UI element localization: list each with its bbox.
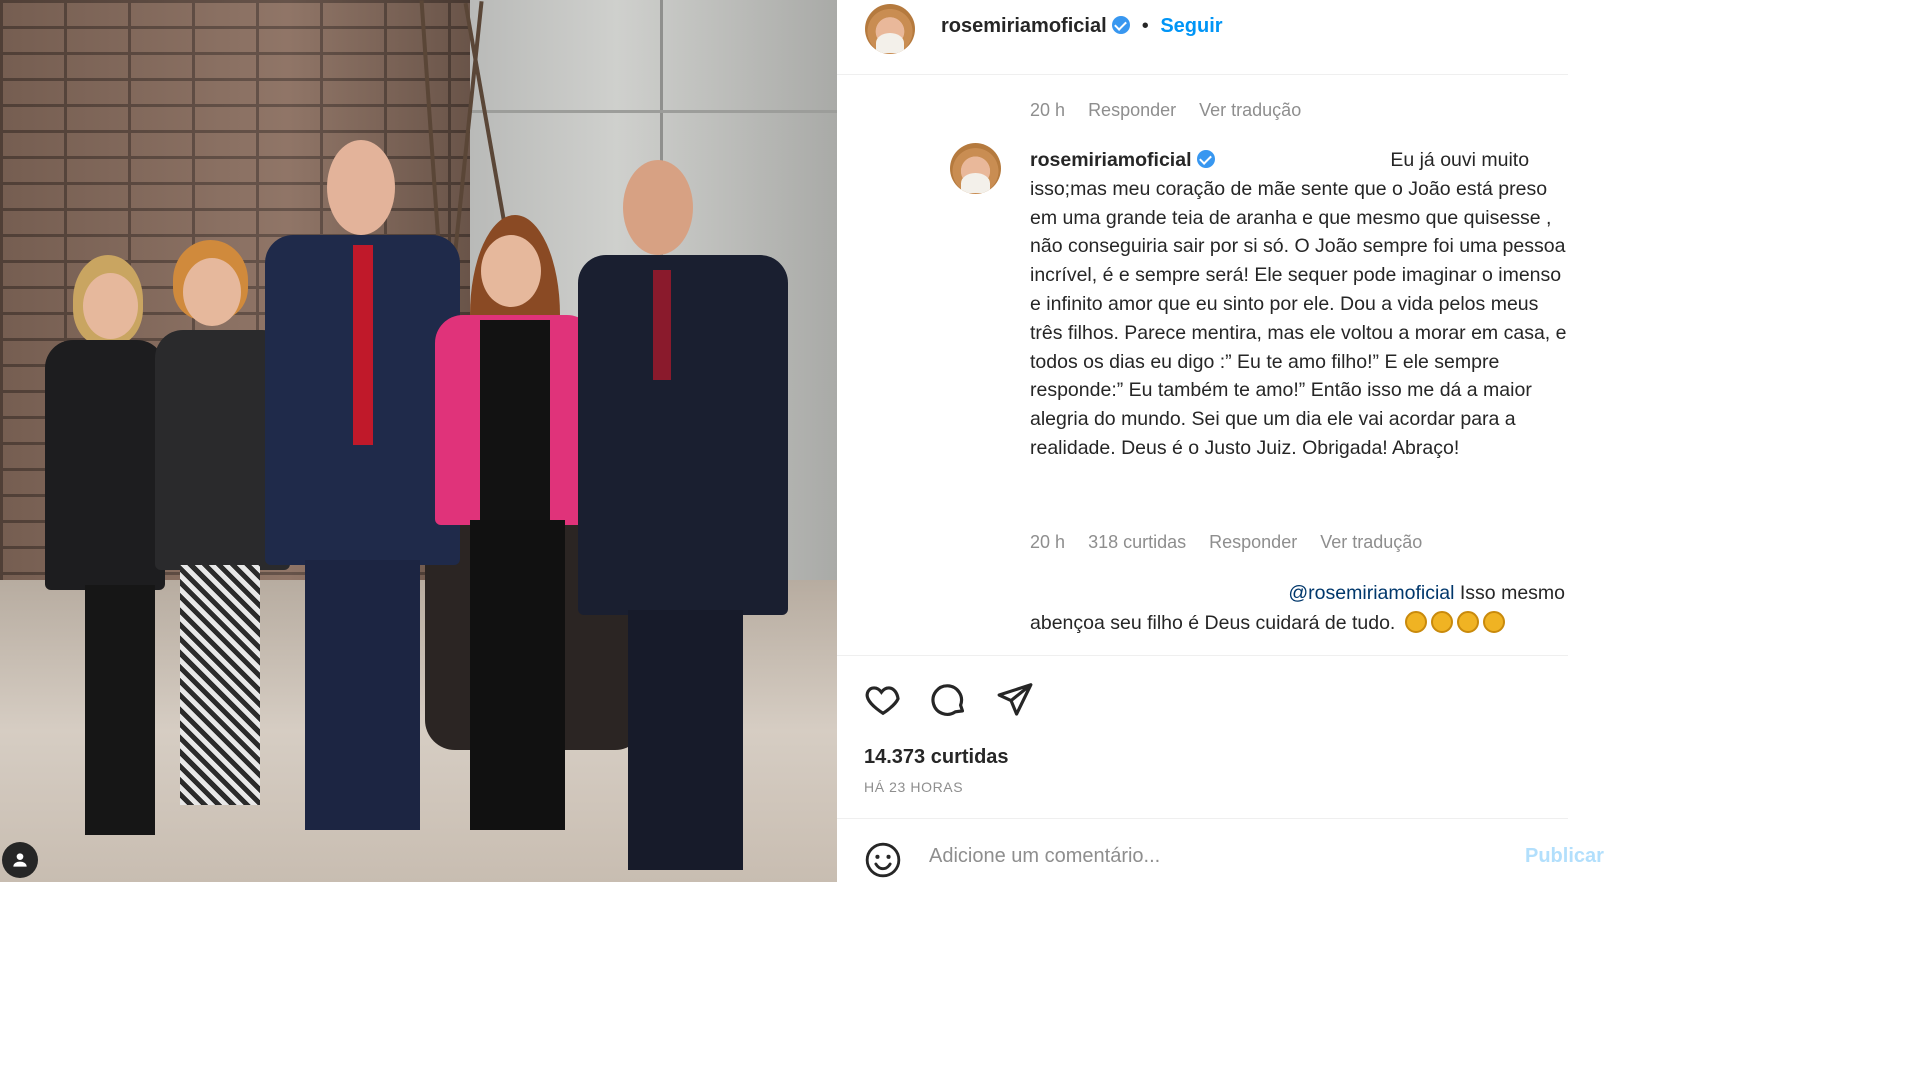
comment-input[interactable]	[927, 844, 1491, 869]
publish-button[interactable]: Publicar	[1525, 845, 1604, 868]
comment-time: 20 h	[1030, 100, 1066, 120]
comment-avatar[interactable]	[950, 143, 1001, 194]
post-sidebar: rosemiriamoficial • Seguir tenho certeza…	[837, 0, 1604, 883]
clap-emoji-icon	[1456, 611, 1479, 633]
separator-dot: •	[1141, 15, 1149, 37]
comment-likes[interactable]: 318 curtidas	[1088, 532, 1186, 552]
person	[265, 140, 460, 860]
speech-bubble-icon[interactable]	[930, 680, 968, 718]
prev-comment-meta: 20 h Responder Ver tradução	[1030, 100, 1319, 121]
reply-link[interactable]: Responder	[1209, 532, 1297, 552]
post-age: HÁ 23 HORAS	[864, 779, 964, 795]
comment-username[interactable]: rosemiriamoficial	[1030, 149, 1191, 171]
translate-link[interactable]: Ver tradução	[1199, 100, 1301, 120]
post-header: rosemiriamoficial • Seguir	[837, 0, 1568, 75]
paper-plane-icon[interactable]	[996, 680, 1034, 718]
reply-text-line1: Isso mesmo	[1459, 582, 1565, 604]
mention-link[interactable]: @rosemiriamoficial	[1288, 582, 1454, 604]
smiley-icon[interactable]	[864, 841, 902, 879]
likes-count[interactable]: 14.373 curtidas	[864, 746, 1009, 769]
person	[435, 215, 595, 855]
verified-badge-icon	[1112, 16, 1131, 34]
verified-badge-icon	[1196, 150, 1215, 168]
follow-button[interactable]: Seguir	[1160, 15, 1222, 37]
reply-comment: @rosemiriamoficial Isso mesmo abençoa se…	[1030, 578, 1565, 638]
translate-link[interactable]: Ver tradução	[1320, 532, 1422, 552]
comment: rosemiriamoficial Eu já ouvi muito isso;…	[1030, 146, 1570, 463]
clap-emoji-icon	[1430, 611, 1453, 633]
comment-meta: 20 h 318 curtidas Responder Ver tradução	[1030, 532, 1440, 553]
user-tag-icon[interactable]	[2, 842, 38, 878]
author-avatar[interactable]	[865, 4, 915, 54]
comment-time: 20 h	[1030, 532, 1066, 552]
clap-emoji-icon	[1482, 611, 1505, 633]
reply-text-line2: abençoa seu filho é Deus cuidará de tudo…	[1030, 612, 1396, 634]
action-bar	[864, 680, 1034, 718]
reply-link[interactable]: Responder	[1088, 100, 1176, 120]
clap-emoji-icon	[1404, 611, 1427, 633]
comment-text: Eu já ouvi muito isso;mas meu coração de…	[1030, 149, 1567, 459]
heart-icon[interactable]	[864, 680, 902, 718]
post-photo[interactable]	[0, 0, 837, 882]
person	[45, 255, 165, 855]
actions-divider	[837, 655, 1568, 656]
add-comment-bar: Publicar	[837, 818, 1604, 883]
author-username[interactable]: rosemiriamoficial	[941, 15, 1107, 37]
person	[578, 160, 788, 880]
